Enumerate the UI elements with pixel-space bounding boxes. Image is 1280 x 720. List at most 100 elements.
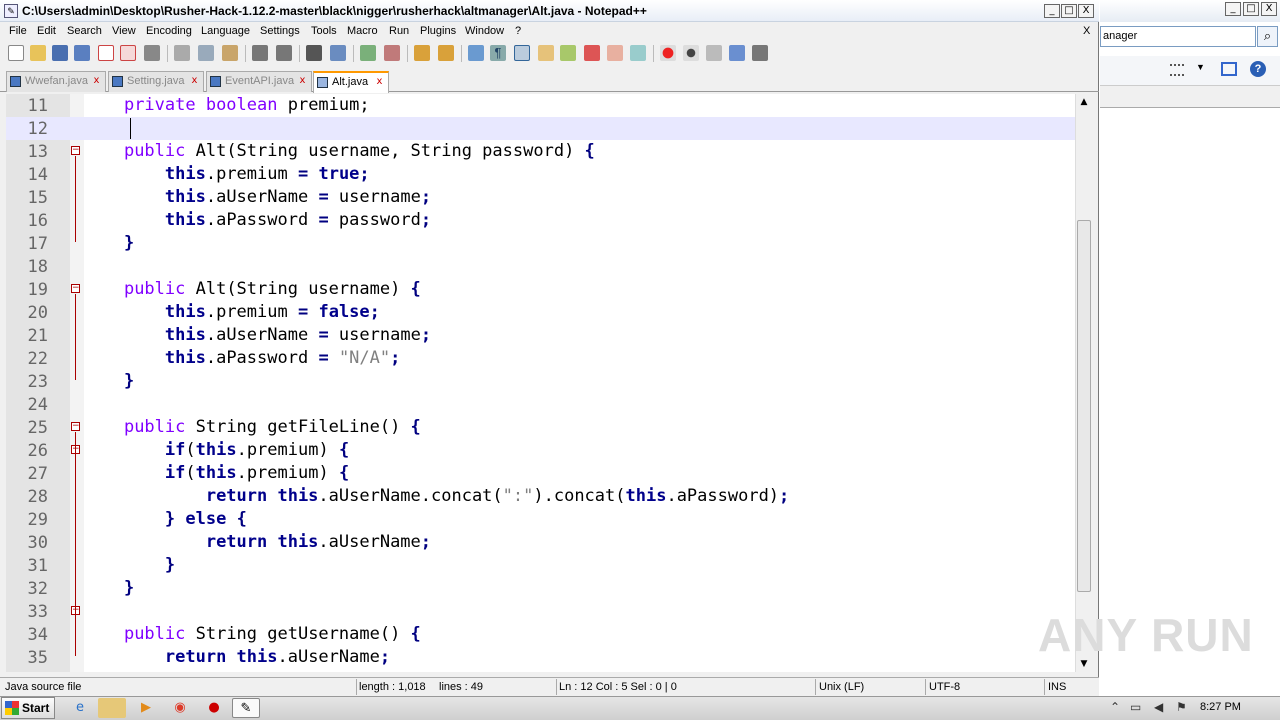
volume-icon[interactable]: ◀ (1154, 700, 1163, 714)
doc-map-icon[interactable] (560, 45, 576, 61)
opera-icon[interactable]: ● (200, 698, 228, 718)
tab-wwefan[interactable]: Wwefan.java x (6, 71, 106, 92)
chevron-down-icon[interactable]: ▼ (1196, 62, 1205, 72)
code-line[interactable]: 24 (6, 393, 1075, 416)
tab-eventapi[interactable]: EventAPI.java x (206, 71, 312, 92)
code-line[interactable]: 21 this.aUserName = username; (6, 324, 1075, 347)
bg-minimize-button[interactable]: _ (1225, 2, 1241, 16)
code-line[interactable]: 14 this.premium = true; (6, 163, 1075, 186)
run-macro-multiple-icon[interactable] (729, 45, 745, 61)
print-icon[interactable] (144, 45, 160, 61)
show-hidden-icons-icon[interactable]: ⌃ (1110, 700, 1120, 714)
code-line[interactable]: 18 (6, 255, 1075, 278)
find-icon[interactable] (306, 45, 322, 61)
code-line[interactable]: 15 this.aUserName = username; (6, 186, 1075, 209)
bg-search-input[interactable]: anager (1100, 26, 1256, 47)
code-line[interactable]: 35 return this.aUserName; (6, 646, 1075, 669)
menu-view[interactable]: View (112, 25, 136, 37)
bg-restore-button[interactable]: □ (1243, 2, 1259, 16)
tab-setting[interactable]: Setting.java x (108, 71, 204, 92)
play-macro-icon[interactable] (706, 45, 722, 61)
tab-close-icon[interactable]: x (297, 76, 308, 87)
redo-icon[interactable] (276, 45, 292, 61)
code-line[interactable]: 27 if(this.premium) { (6, 462, 1075, 485)
replace-icon[interactable] (330, 45, 346, 61)
code-line[interactable]: 17 } (6, 232, 1075, 255)
preview-pane-icon[interactable] (1221, 62, 1237, 76)
sync-horizontal-icon[interactable] (438, 45, 454, 61)
zoom-out-icon[interactable] (384, 45, 400, 61)
title-bar[interactable]: ✎ C:\Users\admin\Desktop\Rusher-Hack-1.1… (0, 0, 1099, 22)
code-line[interactable]: 19 − public Alt(String username) { (6, 278, 1075, 301)
code-line[interactable]: 20 this.premium = false; (6, 301, 1075, 324)
magnifier-icon[interactable]: ⌕ (1257, 26, 1278, 47)
save-all-icon[interactable] (74, 45, 90, 61)
function-list-icon[interactable] (584, 45, 600, 61)
tab-alt[interactable]: Alt.java x (313, 71, 389, 93)
minimize-button[interactable]: _ (1044, 4, 1060, 18)
sync-vertical-icon[interactable] (414, 45, 430, 61)
fold-toggle-icon[interactable]: − (71, 146, 80, 155)
show-all-chars-icon[interactable]: ¶ (490, 45, 506, 61)
word-wrap-icon[interactable] (468, 45, 484, 61)
monitoring-icon[interactable] (630, 45, 646, 61)
undo-icon[interactable] (252, 45, 268, 61)
zoom-in-icon[interactable] (360, 45, 376, 61)
code-line[interactable]: 25 − public String getFileLine() { (6, 416, 1075, 439)
indent-guide-icon[interactable] (514, 45, 530, 61)
code-line[interactable]: 16 this.aPassword = password; (6, 209, 1075, 232)
fold-toggle-icon[interactable]: − (71, 284, 80, 293)
tab-close-icon[interactable]: x (189, 76, 200, 87)
vertical-scrollbar[interactable]: ▲ ▼ (1075, 94, 1092, 672)
user-lang-icon[interactable] (538, 45, 554, 61)
maximize-button[interactable]: □ (1061, 4, 1077, 18)
stop-macro-icon[interactable] (683, 45, 699, 61)
folder-workspace-icon[interactable] (607, 45, 623, 61)
media-player-icon[interactable]: ▶ (132, 698, 160, 718)
copy-icon[interactable] (198, 45, 214, 61)
internet-explorer-icon[interactable]: e (66, 698, 94, 718)
menu-search[interactable]: Search (67, 25, 102, 37)
tab-close-icon[interactable]: x (374, 77, 385, 88)
paste-icon[interactable] (222, 45, 238, 61)
menu-window[interactable]: Window (465, 25, 504, 37)
record-macro-icon[interactable] (660, 45, 676, 61)
bg-close-button[interactable]: X (1261, 2, 1277, 16)
close-all-icon[interactable] (120, 45, 136, 61)
code-line[interactable]: 33− (6, 600, 1075, 623)
file-explorer-icon[interactable] (98, 698, 126, 718)
menu-edit[interactable]: Edit (37, 25, 56, 37)
menu-plugins[interactable]: Plugins (420, 25, 456, 37)
code-line[interactable]: 32 } (6, 577, 1075, 600)
code-line[interactable]: 31 } (6, 554, 1075, 577)
save-macro-icon[interactable] (752, 45, 768, 61)
menu-run[interactable]: Run (389, 25, 409, 37)
code-line[interactable]: 28 return this.aUserName.concat(":").con… (6, 485, 1075, 508)
code-line[interactable]: 13 − public Alt(String username, String p… (6, 140, 1075, 163)
menu-encoding[interactable]: Encoding (146, 25, 192, 37)
document-close-button[interactable]: X (1083, 25, 1090, 37)
network-icon[interactable]: ▭ (1130, 700, 1141, 714)
view-options-icon[interactable] (1170, 64, 1184, 76)
tab-close-icon[interactable]: x (91, 76, 102, 87)
cut-icon[interactable] (174, 45, 190, 61)
code-line[interactable]: 29 } else { (6, 508, 1075, 531)
code-line[interactable]: 34 public String getUsername() { (6, 623, 1075, 646)
open-file-icon[interactable] (30, 45, 46, 61)
menu-macro[interactable]: Macro (347, 25, 378, 37)
code-line[interactable]: 30 return this.aUserName; (6, 531, 1075, 554)
start-button[interactable]: Start (1, 697, 55, 719)
scroll-up-icon[interactable]: ▲ (1076, 94, 1092, 110)
action-center-flag-icon[interactable]: ⚑ (1176, 700, 1187, 714)
code-area[interactable]: 11 private boolean premium; 12 13− public… (6, 94, 1075, 672)
close-file-icon[interactable] (98, 45, 114, 61)
scroll-thumb[interactable] (1077, 220, 1091, 592)
code-line[interactable]: 22 this.aPassword = "N/A"; (6, 347, 1075, 370)
clock[interactable]: 8:27 PM (1200, 701, 1241, 713)
close-button[interactable]: X (1078, 4, 1094, 18)
code-line[interactable]: 11 private boolean premium; (6, 94, 1075, 117)
menu-help[interactable]: ? (515, 25, 521, 37)
code-line[interactable]: 12 (6, 117, 1075, 140)
notepadpp-taskbar-icon[interactable]: ✎ (232, 698, 260, 718)
code-editor[interactable]: 11 private boolean premium; 12 13− public… (6, 94, 1075, 672)
